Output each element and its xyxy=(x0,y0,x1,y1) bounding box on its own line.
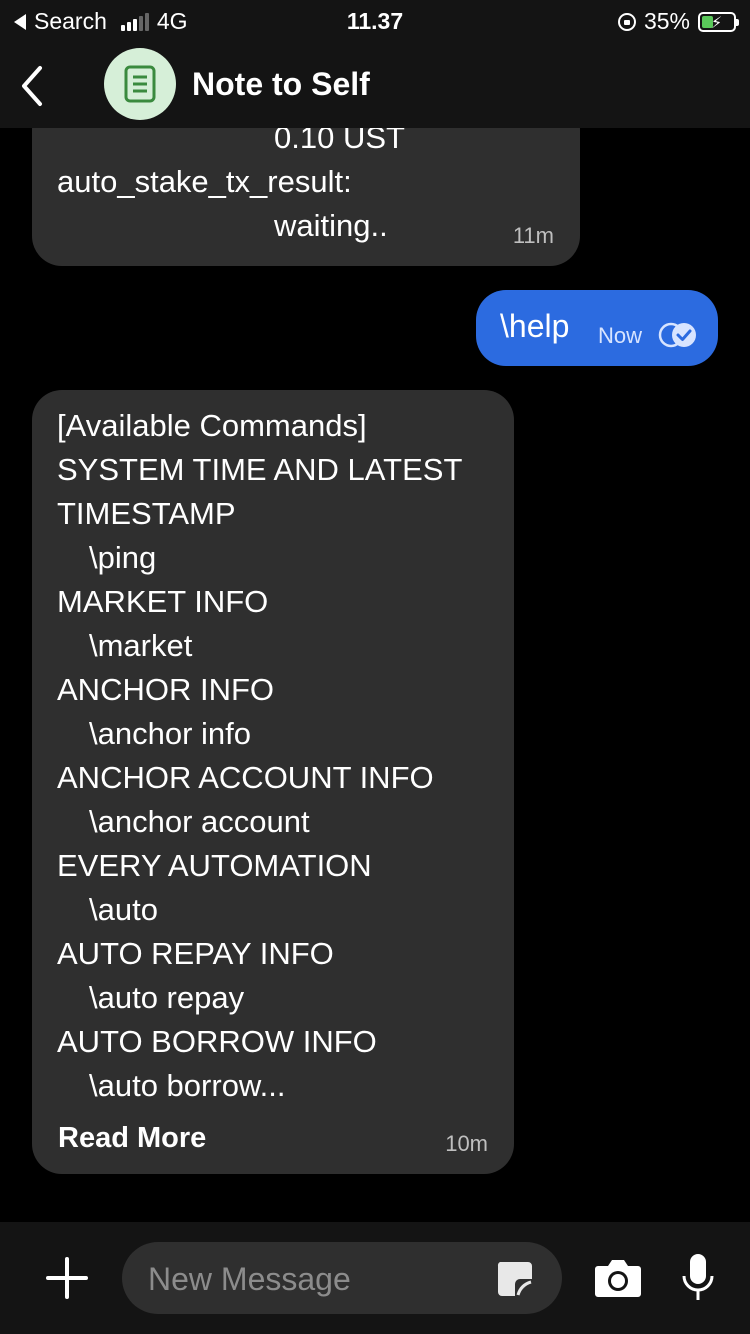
avatar[interactable] xyxy=(104,48,176,120)
battery-icon: ⚡ xyxy=(698,11,739,32)
battery-percent: 35% xyxy=(643,8,690,34)
chat-title[interactable]: Note to Self xyxy=(192,66,370,103)
microphone-icon[interactable] xyxy=(680,1252,716,1304)
message-line: SYSTEM TIME AND LATEST xyxy=(57,452,463,487)
orientation-lock-icon xyxy=(617,12,636,31)
message-line: \auto borrow... xyxy=(89,1068,286,1103)
message-line: [Available Commands] xyxy=(57,408,367,443)
sticker-icon[interactable] xyxy=(494,1258,534,1298)
message-line: \ping xyxy=(89,540,157,575)
note-icon xyxy=(124,65,156,103)
back-button[interactable] xyxy=(16,62,56,110)
message-line: \anchor account xyxy=(89,804,310,839)
message-line: \market xyxy=(89,628,193,663)
message-body: [Available Commands] SYSTEM TIME AND LAT… xyxy=(57,404,462,1108)
message-timestamp: 11m xyxy=(512,223,554,248)
message-line: MARKET INFO xyxy=(57,584,269,619)
attach-plus-button[interactable] xyxy=(46,1257,88,1299)
message-line: AUTO REPAY INFO xyxy=(57,936,334,971)
message-line: TIMESTAMP xyxy=(57,496,236,531)
message-input[interactable] xyxy=(146,1242,480,1316)
message-line: ANCHOR INFO xyxy=(57,672,274,707)
message-body: 0.10 UST auto_stake_tx_result: waiting.. xyxy=(57,116,405,248)
message-timestamp: 10m xyxy=(445,1131,488,1156)
charging-bolt-icon: ⚡ xyxy=(711,14,723,32)
composer-bar xyxy=(0,1222,750,1334)
message-line: \auto xyxy=(89,892,158,927)
message-line: auto_stake_tx_result: xyxy=(57,164,352,199)
message-line: ANCHOR ACCOUNT INFO xyxy=(57,760,434,795)
message-input-container[interactable] xyxy=(122,1242,562,1316)
message-line: waiting.. xyxy=(274,208,388,243)
status-bar-right: 35% ⚡ xyxy=(617,8,739,35)
outgoing-message[interactable]: \help Now xyxy=(476,290,718,366)
read-more-button[interactable]: Read More xyxy=(58,1118,206,1158)
back-arrow-icon xyxy=(22,66,42,106)
message-text: \help xyxy=(500,308,570,344)
chat-header: Note to Self xyxy=(0,44,750,128)
camera-icon[interactable] xyxy=(594,1256,642,1298)
read-receipt-icon xyxy=(658,322,696,348)
message-line: AUTO BORROW INFO xyxy=(57,1024,377,1059)
message-line: EVERY AUTOMATION xyxy=(57,848,372,883)
message-line: \auto repay xyxy=(89,980,245,1015)
incoming-message[interactable]: [Available Commands] SYSTEM TIME AND LAT… xyxy=(32,390,514,1174)
message-line: \anchor info xyxy=(89,716,251,751)
message-timestamp: Now xyxy=(598,323,643,348)
status-bar: Search 4G 11.37 35% ⚡ xyxy=(0,0,750,44)
